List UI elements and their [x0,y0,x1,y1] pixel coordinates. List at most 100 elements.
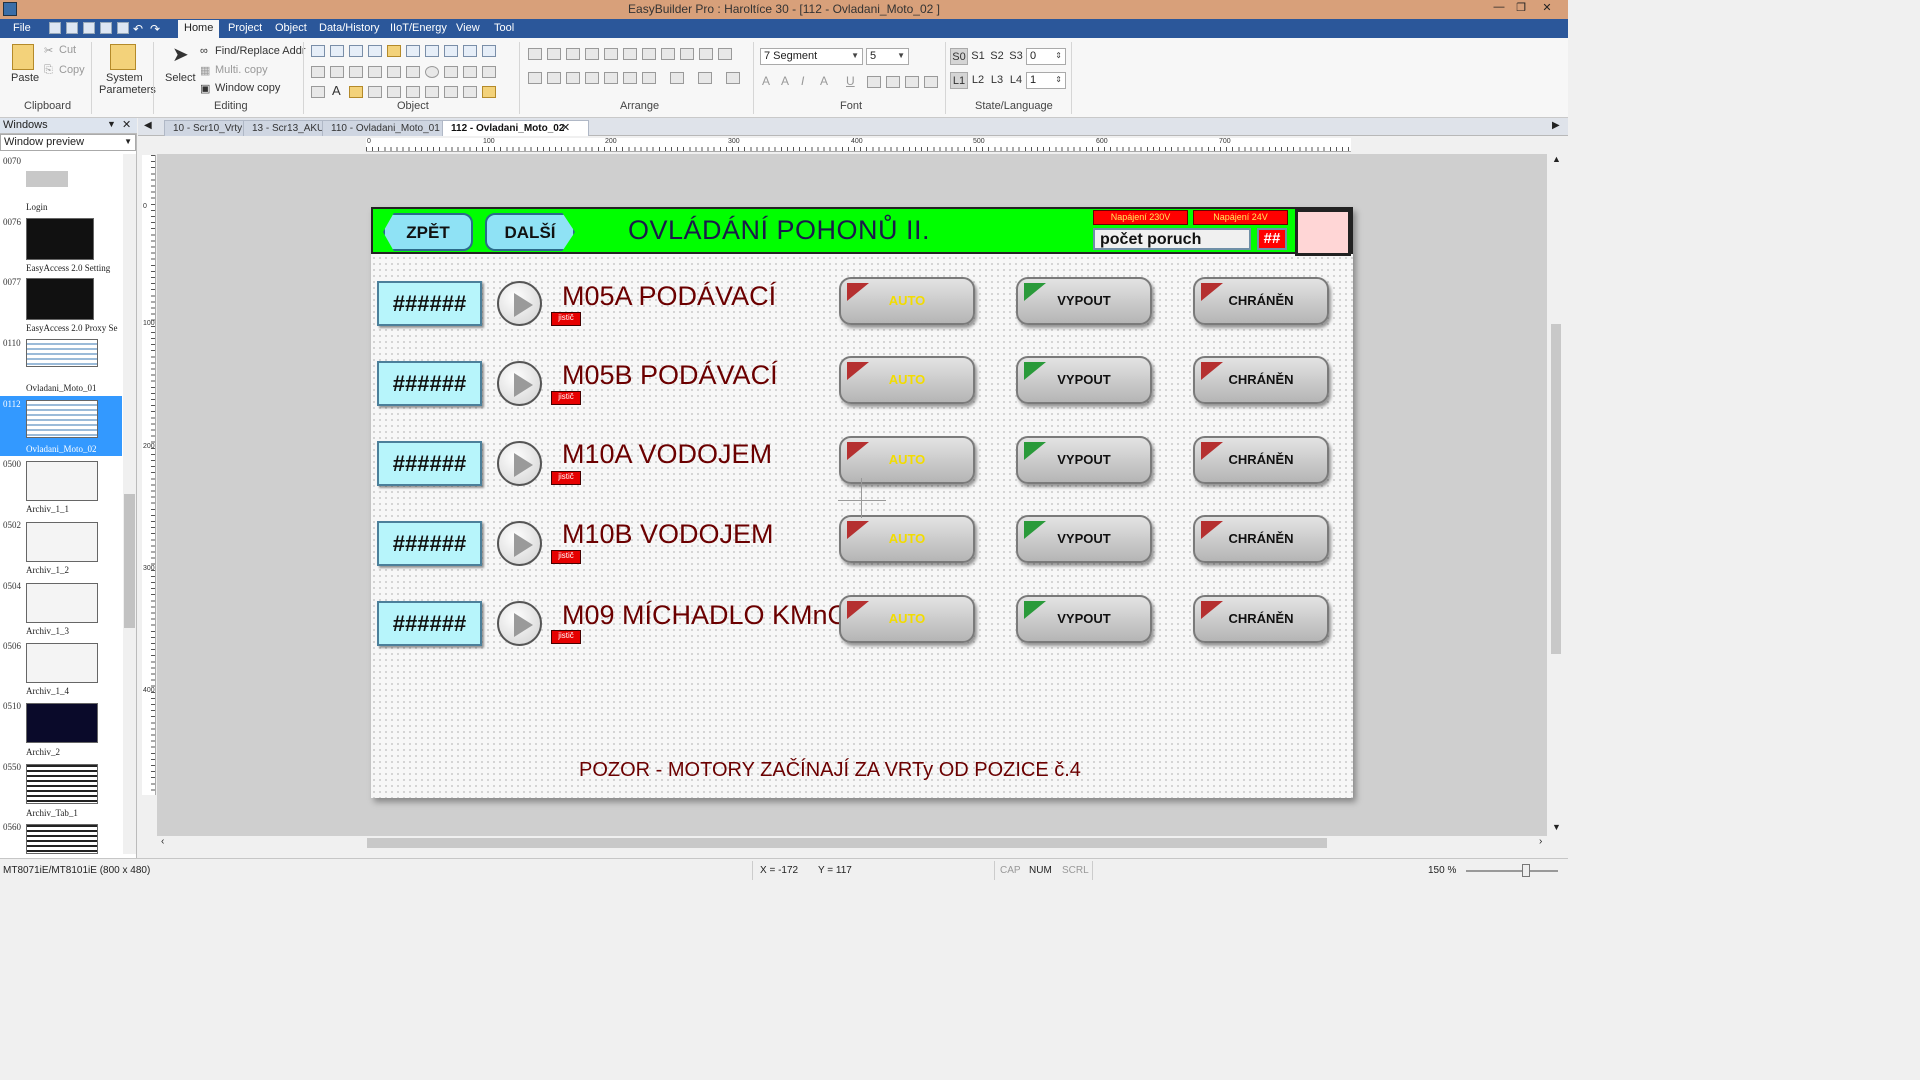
tab-close-icon[interactable]: ✕ [561,121,570,134]
motor-play-icon[interactable] [497,601,542,646]
motor-value-display[interactable]: ###### [377,601,482,646]
font-size-select[interactable]: 5 ▼ [866,48,909,65]
minimize-button[interactable]: — [1488,1,1510,17]
scrollbar-thumb[interactable] [1551,324,1561,654]
window-name[interactable]: EasyAccess 2.0 Proxy Se [26,323,118,333]
motor-value-display[interactable]: ###### [377,441,482,486]
scale-icon[interactable] [311,86,325,98]
vypout-button[interactable]: VYPOUT [1016,277,1152,325]
state-s3-button[interactable]: S3 [1007,48,1025,65]
pattern-icon[interactable] [698,72,712,84]
menu-project[interactable]: Project [228,22,262,34]
same-width-icon[interactable] [528,72,542,84]
window-name[interactable]: Archiv_1_1 [26,504,69,514]
window-thumbnail[interactable] [26,218,94,260]
vypout-button[interactable]: VYPOUT [1016,356,1152,404]
alarm-indicator[interactable] [1295,209,1351,256]
window-thumbnail[interactable] [26,339,98,367]
set-bit-icon[interactable] [349,45,363,57]
tab-scroll-left-icon[interactable]: ◀ [144,120,152,131]
set-word-icon[interactable] [368,45,382,57]
lock-icon[interactable] [718,48,732,60]
polyline-icon[interactable] [368,66,382,78]
menu-object[interactable]: Object [275,22,307,34]
tab-scroll-right-icon[interactable]: ▶ [1552,120,1560,131]
tools-icon[interactable] [83,22,95,34]
align-top-icon[interactable] [585,48,599,60]
vypout-button[interactable]: VYPOUT [1016,595,1152,643]
circle-icon[interactable] [425,66,439,78]
tab-ovladani-moto-01[interactable]: 110 - Ovladani_Moto_01 [322,120,449,136]
state-stepper[interactable]: 0 ⇕ [1026,48,1066,65]
windows-panel-scrollbar[interactable] [123,154,136,854]
picture-icon[interactable] [349,86,363,98]
redo-icon[interactable]: ↷ [150,22,160,36]
menu-tool[interactable]: Tool [494,22,514,34]
send-back-icon[interactable] [642,72,656,84]
data-transfer-icon[interactable] [444,86,458,98]
fault-count-display[interactable]: ## [1257,228,1287,250]
text-align-right-icon[interactable] [905,76,919,88]
select-button[interactable]: Select [165,72,196,84]
state-s2-button[interactable]: S2 [988,48,1006,65]
chranen-button[interactable]: CHRÁNĚN [1193,277,1329,325]
window-thumbnail[interactable] [26,824,98,854]
window-thumbnail[interactable] [26,171,68,187]
panel-menu-icon[interactable]: ▼ [107,119,116,129]
same-height-icon[interactable] [547,72,561,84]
cut-button[interactable]: Cut [59,44,76,56]
menu-iiot-energy[interactable]: IIoT/Energy [390,22,447,34]
arc-icon[interactable] [406,66,420,78]
history-display-icon[interactable] [330,66,344,78]
order-icon[interactable] [726,72,740,84]
backup-icon[interactable] [463,86,477,98]
menu-file[interactable]: File [13,22,31,34]
copy-button[interactable]: Copy [59,64,85,76]
window-thumbnail[interactable] [26,643,98,683]
save-all-icon[interactable] [66,22,78,34]
window-name[interactable]: Archiv_Tab_1 [26,808,78,818]
scroll-right-icon[interactable]: › [1539,836,1542,847]
window-name[interactable]: Ovladani_Moto_01 [26,383,97,393]
rectangle-icon[interactable] [463,66,477,78]
canvas-horizontal-scrollbar[interactable]: ‹ › [157,836,1549,850]
close-button[interactable]: ✕ [1536,1,1558,17]
chranen-button[interactable]: CHRÁNĚN [1193,515,1329,563]
window-view-select[interactable]: Window preview ▼ [0,134,136,151]
nudge-icon[interactable] [670,72,684,84]
auto-button[interactable]: AUTO [839,277,975,325]
window-name[interactable]: Ovladani_Moto_02 [26,444,97,454]
align-middle-icon[interactable] [604,48,618,60]
pie-icon[interactable] [444,66,458,78]
italic-icon[interactable]: I [801,74,804,88]
window-thumbnail[interactable] [26,764,98,804]
vypout-button[interactable]: VYPOUT [1016,515,1152,563]
window-thumbnail[interactable] [26,583,98,623]
window-name[interactable]: Login [26,202,48,212]
slide-switch-icon[interactable] [444,45,458,57]
align-bottom-icon[interactable] [623,48,637,60]
scroll-left-icon[interactable]: ‹ [161,836,164,847]
bit-lamp-icon[interactable] [311,45,325,57]
lang-l4-button[interactable]: L4 [1007,72,1025,89]
macro-icon[interactable] [482,86,496,98]
bezier-icon[interactable] [387,66,401,78]
scrollbar-thumb[interactable] [367,838,1327,848]
text-align-left-icon[interactable] [867,76,881,88]
panel-close-icon[interactable]: ✕ [122,118,131,131]
auto-button[interactable]: AUTO [839,595,975,643]
align-left-icon[interactable] [528,48,542,60]
menu-data-history[interactable]: Data/History [319,22,380,34]
tab-scr13-aku[interactable]: 13 - Scr13_AKU [243,120,334,136]
compile-icon[interactable] [100,22,112,34]
text-align-center-icon[interactable] [886,76,900,88]
motor-value-display[interactable]: ###### [377,281,482,326]
window-thumbnail[interactable] [26,461,98,501]
ascii-icon[interactable] [482,45,496,57]
align-center-icon[interactable] [547,48,561,60]
scrollbar-thumb[interactable] [124,494,135,628]
state-s1-button[interactable]: S1 [969,48,987,65]
canvas-vertical-scrollbar[interactable]: ▲ ▼ [1549,154,1563,836]
system-parameters-line2[interactable]: Parameters [99,84,156,96]
bring-front-icon[interactable] [623,72,637,84]
